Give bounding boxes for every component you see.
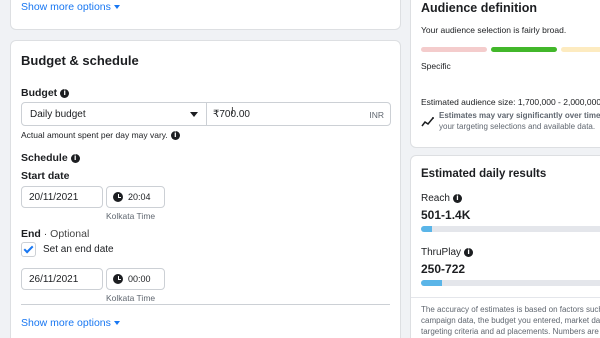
end-label-row: End · Optional xyxy=(21,228,89,240)
meter-segment-specific xyxy=(421,47,487,52)
start-date-label: Start date xyxy=(21,170,70,182)
start-time-value: 20:04 xyxy=(128,192,151,202)
audience-size-text: Estimated audience size: 1,700,000 - 2,0… xyxy=(421,97,600,107)
info-icon[interactable]: i xyxy=(70,153,80,163)
budget-schedule-card: Budget & schedule Budget i Daily budget ₹… xyxy=(10,40,401,338)
start-date-value: 20/11/2021 xyxy=(29,192,79,203)
footnote-line1: The accuracy of estimates is based on fa… xyxy=(421,305,600,314)
audience-meter xyxy=(421,47,600,52)
thruplay-value: 250-722 xyxy=(421,262,466,276)
info-icon[interactable]: i xyxy=(170,131,180,141)
clock-icon xyxy=(113,274,123,284)
daily-results-card: Estimated daily results Reach i 501-1.4K … xyxy=(410,155,600,338)
meter-left-label: Specific xyxy=(421,61,451,71)
start-timezone: Kolkata Time xyxy=(106,211,156,221)
start-date-input[interactable]: 20/11/2021 xyxy=(21,186,103,208)
budget-type-dropdown[interactable]: Daily budget xyxy=(21,102,207,126)
thruplay-label: ThruPlay xyxy=(421,247,462,258)
end-label: End xyxy=(21,228,41,240)
schedule-label: Schedule xyxy=(21,152,68,164)
trend-icon xyxy=(421,115,435,127)
clock-icon xyxy=(113,192,123,202)
show-more-label: Show more options xyxy=(21,1,111,13)
daily-results-title: Estimated daily results xyxy=(421,168,547,180)
audience-status: Your audience selection is fairly broad. xyxy=(421,25,567,35)
chevron-down-icon xyxy=(113,5,120,10)
end-optional-label: · Optional xyxy=(43,228,90,240)
reach-label: Reach xyxy=(421,193,450,204)
budget-note-text: Actual amount spent per day may vary. xyxy=(21,130,168,140)
reach-label-row: Reach i xyxy=(421,193,462,204)
text-cursor-icon: I xyxy=(231,106,234,117)
budget-label-row: Budget i xyxy=(21,87,70,99)
budget-label: Budget xyxy=(21,87,58,99)
thruplay-bar xyxy=(421,280,600,286)
thruplay-label-row: ThruPlay i xyxy=(421,247,474,258)
currency-label: INR xyxy=(369,110,384,120)
thruplay-bar-fill xyxy=(421,280,442,286)
audience-title: Audience definition xyxy=(421,1,537,15)
info-icon[interactable]: i xyxy=(60,88,70,98)
meter-segment-broad xyxy=(561,47,600,52)
reach-bar xyxy=(421,226,600,232)
end-time-input[interactable]: 00:00 xyxy=(106,268,165,290)
end-date-value: 26/11/2021 xyxy=(29,274,79,285)
reach-value: 501-1.4K xyxy=(421,208,471,222)
end-timezone: Kolkata Time xyxy=(106,293,156,303)
estimate-warning-line2: your targeting selections and available … xyxy=(439,122,596,131)
end-time-value: 00:00 xyxy=(128,274,151,284)
start-time-input[interactable]: 20:04 xyxy=(106,186,165,208)
show-more-options-link[interactable]: Show more options xyxy=(21,317,120,329)
end-date-input[interactable]: 26/11/2021 xyxy=(21,268,103,290)
section-title: Budget & schedule xyxy=(21,53,139,68)
checkbox[interactable] xyxy=(21,242,36,257)
set-end-date-checkbox-row[interactable]: Set an end date xyxy=(21,242,141,258)
dropdown-arrow-icon xyxy=(190,112,198,117)
footnote-line2: campaign data, the budget you entered, m… xyxy=(421,316,600,325)
budget-amount-input[interactable]: ₹700.00 I INR xyxy=(206,102,391,126)
show-more-label: Show more options xyxy=(21,317,111,329)
audience-definition-card: Audience definition Your audience select… xyxy=(410,0,600,148)
top-card: Show more options xyxy=(10,0,401,30)
info-icon[interactable]: i xyxy=(464,247,474,257)
footnote-line3: targeting criteria and ad placements. Nu… xyxy=(421,327,600,336)
estimate-warning-line1: Estimates may vary significantly over ti… xyxy=(439,111,600,120)
budget-note: Actual amount spent per day may vary. i xyxy=(21,130,180,141)
divider xyxy=(21,304,390,305)
schedule-label-row: Schedule i xyxy=(21,152,80,164)
divider xyxy=(411,297,600,298)
meter-segment-defined xyxy=(491,47,557,52)
info-icon[interactable]: i xyxy=(452,193,462,203)
audience-size-row: Estimated audience size: 1,700,000 - 2,0… xyxy=(421,97,600,107)
checkmark-icon xyxy=(23,243,34,254)
chevron-down-icon xyxy=(113,321,120,326)
reach-bar-fill xyxy=(421,226,433,232)
budget-type-value: Daily budget xyxy=(30,109,86,120)
show-more-options-link-top[interactable]: Show more options xyxy=(21,1,120,13)
set-end-date-label: Set an end date xyxy=(43,244,114,255)
